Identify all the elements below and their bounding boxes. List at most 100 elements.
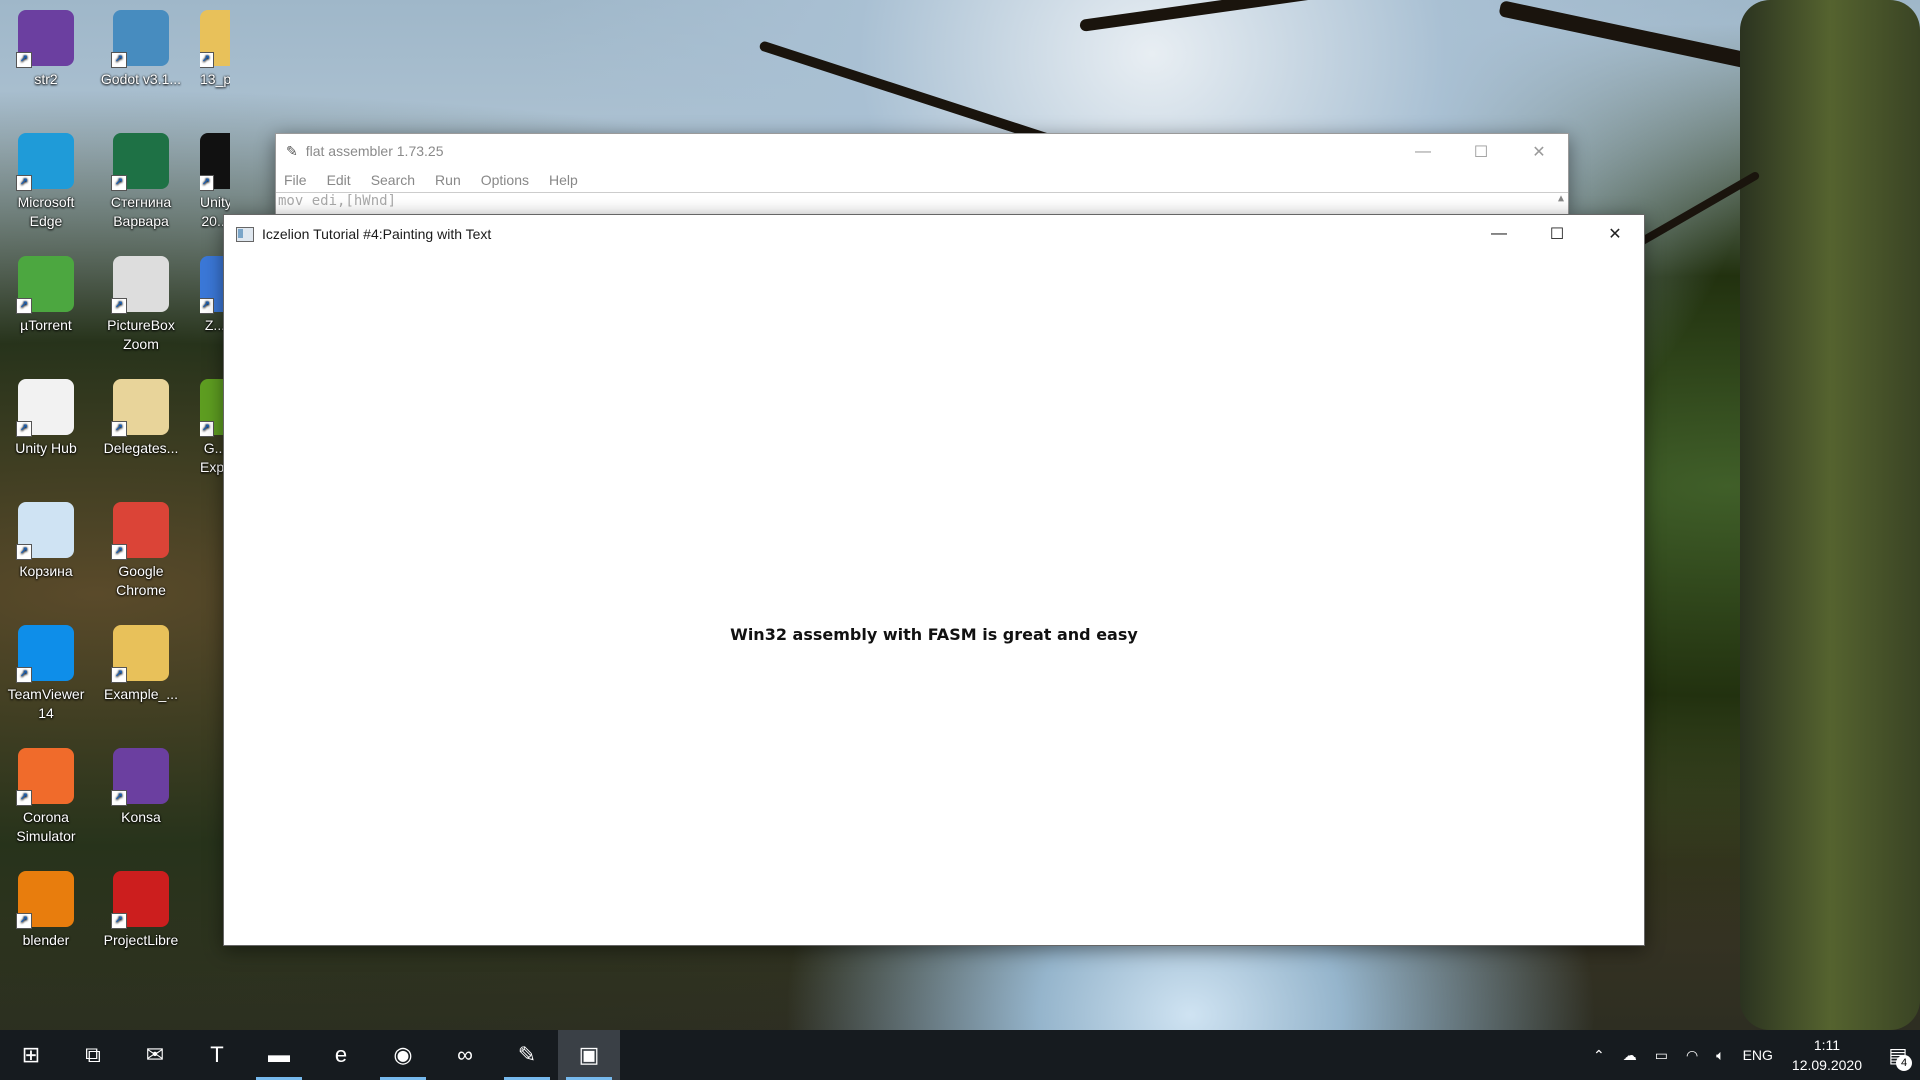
menu-file[interactable]: File: [284, 172, 307, 188]
desktop-icon-label: str2: [34, 71, 58, 87]
taskbar: ⊞ ⧉ ✉ T ▬ e ◉ ∞ ✎ ▣ ⌃ ☁ ▭ ◠ 🔈︎ ENG 1:11 12.09.202…: [0, 1030, 1920, 1080]
menu-options[interactable]: Options: [481, 172, 529, 188]
client-area[interactable]: Win32 assembly with FASM is great and ea…: [224, 253, 1644, 945]
taskbar-task-view-button[interactable]: ⧉: [62, 1030, 124, 1080]
task-view-icon: ⧉: [85, 1042, 101, 1067]
godot-icon: ↗: [111, 10, 169, 68]
shortcut-arrow-icon: ↗: [16, 298, 32, 314]
document-icon: ↗: [111, 379, 169, 437]
recycle-bin-icon: ↗: [16, 502, 74, 560]
teamviewer-icon: ↗: [16, 625, 74, 683]
iczelion-window[interactable]: Iczelion Tutorial #4:Painting with Text …: [223, 214, 1645, 946]
shortcut-arrow-icon: ↗: [200, 421, 214, 437]
chrome-icon: ↗: [111, 502, 169, 560]
taskbar-start-button[interactable]: ⊞: [0, 1030, 62, 1080]
desktop-icon-label: PictureBox Zoom: [107, 317, 175, 352]
onedrive-cloud-icon[interactable]: ☁: [1623, 1047, 1637, 1064]
desktop-icon[interactable]: ↗ str2: [0, 4, 92, 114]
shortcut-arrow-icon: ↗: [111, 175, 127, 191]
clock-date: 12.09.2020: [1791, 1057, 1862, 1073]
fasm-titlebar[interactable]: ✎ flat assembler 1.73.25 — ☐ ✕: [276, 134, 1568, 168]
desktop-icon[interactable]: ↗ blender: [0, 865, 92, 975]
desktop-icon-label: ProjectLibre: [103, 932, 179, 948]
maximize-button[interactable]: ☐: [1528, 215, 1586, 253]
clock-time: 1:11: [1813, 1037, 1841, 1053]
taskbar-edge-button[interactable]: e: [310, 1030, 372, 1080]
start-icon: ⊞: [21, 1042, 41, 1067]
iczelion-title: Iczelion Tutorial #4:Painting with Text: [262, 226, 492, 242]
show-hidden-icons-icon[interactable]: ⌃: [1593, 1047, 1605, 1064]
shortcut-arrow-icon: ↗: [16, 52, 32, 68]
chrome-icon: ◉: [393, 1042, 413, 1067]
desktop-icon[interactable]: ↗ µTorrent: [0, 250, 92, 360]
menu-run[interactable]: Run: [435, 172, 461, 188]
unity-icon: ↗: [200, 133, 230, 191]
language-indicator[interactable]: ENG: [1743, 1047, 1773, 1063]
taskbar-visual-studio-button[interactable]: ∞: [434, 1030, 496, 1080]
visual-studio-file-icon: ↗: [111, 748, 169, 806]
mail-icon: ✉: [145, 1042, 165, 1067]
taskbar-chrome-button[interactable]: ◉: [372, 1030, 434, 1080]
visual-studio-file-icon: ↗: [16, 10, 74, 68]
desktop-icon[interactable]: ↗ Стегнина Варвара: [95, 127, 187, 237]
fasm-window[interactable]: ✎ flat assembler 1.73.25 — ☐ ✕ File Edit…: [275, 133, 1569, 215]
desktop-icon[interactable]: ↗ Unity Hub: [0, 373, 92, 483]
edge-icon: e: [334, 1042, 348, 1067]
shortcut-arrow-icon: ↗: [200, 52, 214, 68]
battery-icon[interactable]: ▭: [1655, 1047, 1668, 1064]
desktop-icon-label: Корзина: [19, 563, 73, 579]
fasm-menubar: File Edit Search Run Options Help: [276, 168, 1568, 192]
taskbar-fasm-button[interactable]: ✎: [496, 1030, 558, 1080]
desktop-icon[interactable]: ↗ TeamViewer 14: [0, 619, 92, 729]
iczelion-app-icon: ▣: [578, 1042, 600, 1067]
folder-icon: ↗: [200, 10, 230, 68]
taskbar-teams-button[interactable]: T: [186, 1030, 248, 1080]
shortcut-arrow-icon: ↗: [16, 544, 32, 560]
desktop-icon-label: Google Chrome: [116, 563, 166, 598]
iczelion-titlebar[interactable]: Iczelion Tutorial #4:Painting with Text …: [224, 215, 1644, 253]
close-button[interactable]: ✕: [1586, 215, 1644, 253]
menu-search[interactable]: Search: [371, 172, 415, 188]
visual-studio-icon: ∞: [457, 1042, 473, 1067]
desktop-icon-label: blender: [22, 932, 70, 948]
shortcut-arrow-icon: ↗: [16, 913, 32, 929]
excel-icon: ↗: [111, 133, 169, 191]
desktop-icon[interactable]: ↗ Godot v3.1...: [95, 4, 187, 114]
desktop-icon[interactable]: ↗ ProjectLibre: [95, 865, 187, 975]
shortcut-arrow-icon: ↗: [200, 175, 214, 191]
wifi-icon[interactable]: ◠: [1686, 1047, 1698, 1064]
menu-help[interactable]: Help: [549, 172, 578, 188]
shortcut-arrow-icon: ↗: [16, 421, 32, 437]
taskbar-mail-button[interactable]: ✉: [124, 1030, 186, 1080]
desktop-icon-label: Konsa: [121, 809, 161, 825]
menu-edit[interactable]: Edit: [327, 172, 351, 188]
clock[interactable]: 1:11 12.09.2020: [1792, 1035, 1862, 1075]
taskbar-file-explorer-button[interactable]: ▬: [248, 1030, 310, 1080]
desktop-icon[interactable]: ↗ Delegates...: [95, 373, 187, 483]
desktop-icon[interactable]: ↗ 13_p_hw.a...: [200, 4, 230, 114]
chrome-file-icon: ↗: [111, 256, 169, 314]
desktop-icon-label: TeamViewer 14: [7, 686, 85, 721]
desktop-icon[interactable]: ↗ Example_...: [95, 619, 187, 729]
taskbar-iczelion-app-button[interactable]: ▣: [558, 1030, 620, 1080]
maximize-button[interactable]: ☐: [1452, 134, 1510, 170]
code-editor[interactable]: mov edi,[hWnd] ▲: [276, 192, 1568, 211]
desktop-icon[interactable]: ↗ Google Chrome: [95, 496, 187, 606]
desktop-icon-label: 13_p_hw.a...: [200, 71, 230, 87]
wallpaper-trunk: [1740, 0, 1920, 1030]
desktop-icon-label: Godot v3.1...: [100, 71, 182, 87]
shortcut-arrow-icon: ↗: [16, 175, 32, 191]
volume-icon[interactable]: 🔈︎: [1716, 1047, 1724, 1064]
close-button[interactable]: ✕: [1510, 134, 1568, 170]
minimize-button[interactable]: —: [1394, 134, 1452, 170]
minimize-button[interactable]: —: [1470, 215, 1528, 253]
desktop-icon[interactable]: ↗ Корзина: [0, 496, 92, 606]
shortcut-arrow-icon: ↗: [111, 913, 127, 929]
desktop-icon[interactable]: ↗ PictureBox Zoom: [95, 250, 187, 360]
desktop-icon[interactable]: ↗ Corona Simulator: [0, 742, 92, 852]
desktop-icon[interactable]: ↗ Microsoft Edge: [0, 127, 92, 237]
scroll-up-arrow-icon[interactable]: ▲: [1558, 193, 1564, 204]
desktop-icon[interactable]: ↗ Konsa: [95, 742, 187, 852]
action-center-button[interactable]: ▤ 4: [1876, 1030, 1920, 1080]
painted-text: Win32 assembly with FASM is great and ea…: [730, 625, 1138, 644]
